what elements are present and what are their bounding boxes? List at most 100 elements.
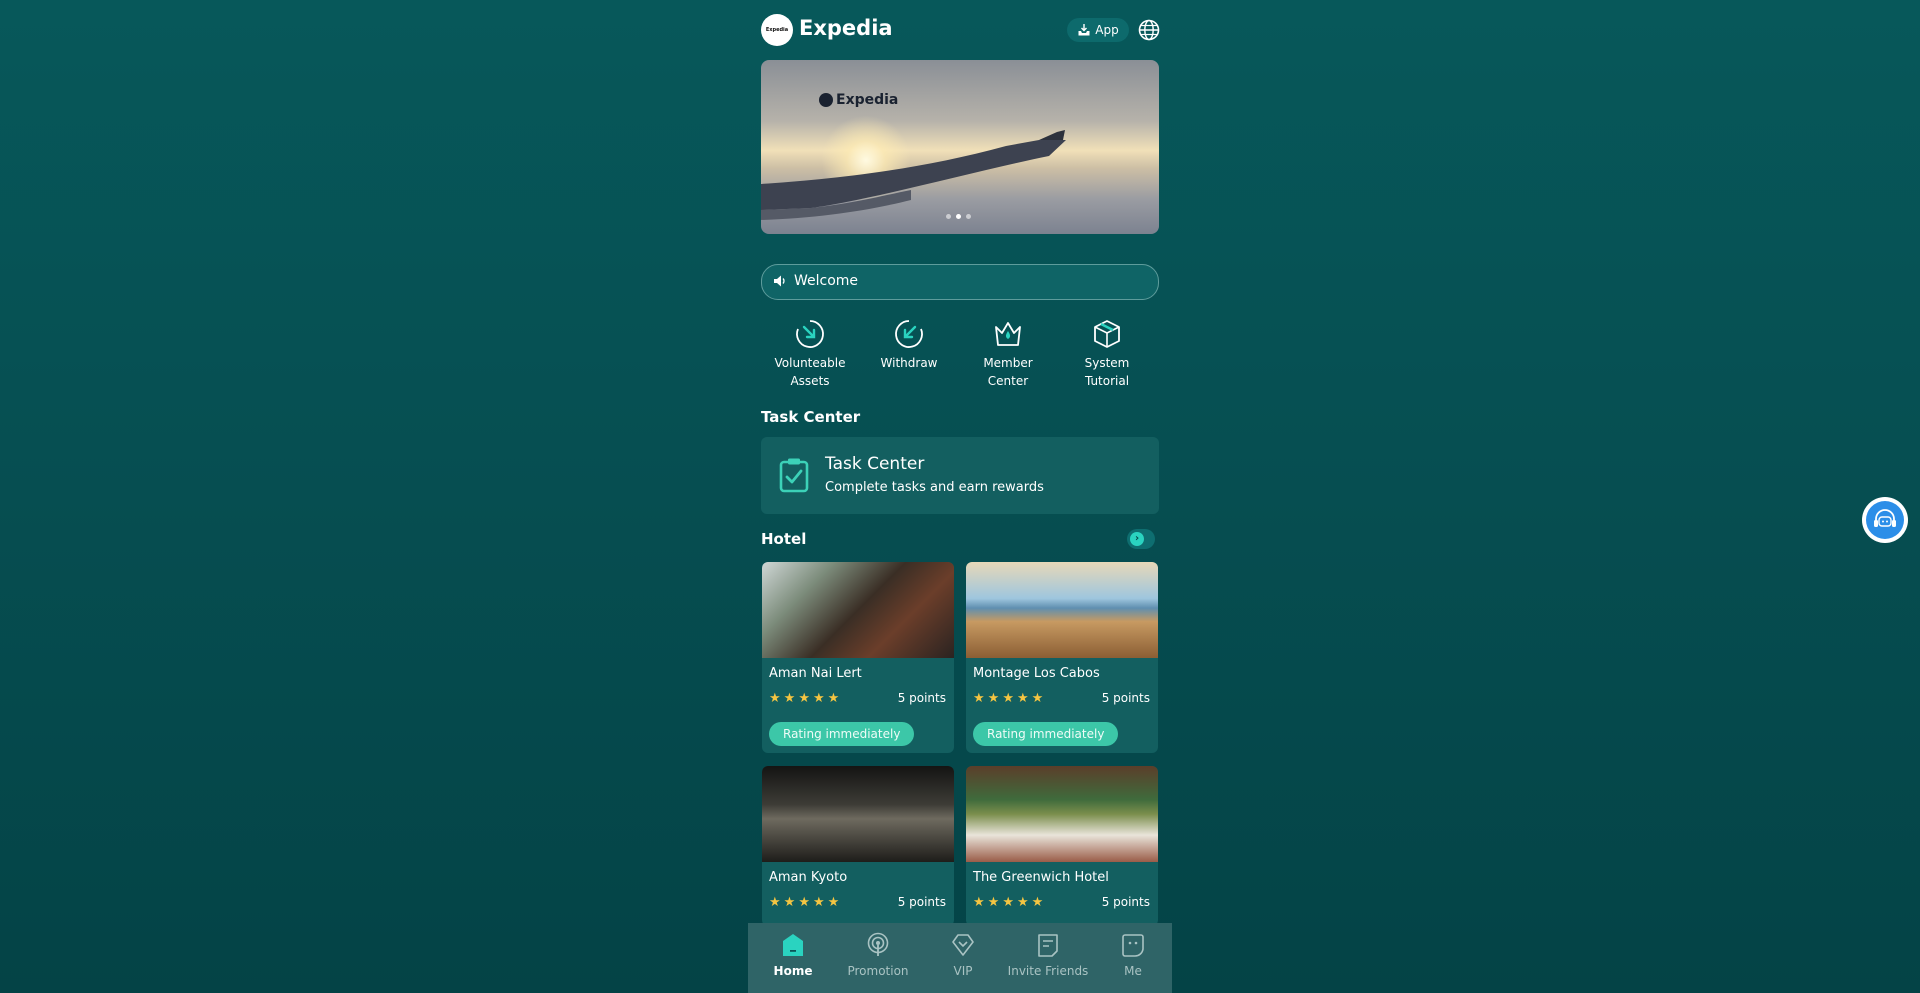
member-center-crown-icon <box>995 322 1021 346</box>
banner-expedia-logo: Expedia <box>819 92 898 108</box>
quick-label: Volunteable Assets <box>774 356 846 388</box>
download-app-button[interactable]: App <box>1067 18 1129 42</box>
star-icon: ★ <box>798 895 810 910</box>
hotel-name: Aman Nai Lert <box>769 666 862 681</box>
quick-withdraw[interactable]: Withdraw <box>863 318 955 372</box>
star-icon: ★ <box>1031 691 1044 706</box>
system-tutorial-box-icon <box>1094 320 1120 348</box>
star-icon: ★ <box>1031 895 1044 910</box>
speaker-icon <box>774 275 785 287</box>
airplane-wing-image <box>761 130 1066 220</box>
quick-label: Member Center <box>983 356 1033 388</box>
quick-system-tutorial[interactable]: System Tutorial <box>1061 318 1153 390</box>
globe-language-icon[interactable] <box>1138 19 1160 41</box>
announcement-bar[interactable]: Welcome <box>761 264 1159 300</box>
star-icon: ★ <box>973 691 985 706</box>
hotel-image <box>762 766 954 862</box>
star-icon: ★ <box>798 691 810 706</box>
star-icon: ★ <box>987 691 1000 706</box>
nav-label: Me <box>1124 964 1142 978</box>
task-clipboard-icon <box>779 458 809 493</box>
vip-diamond-icon <box>952 934 974 956</box>
download-icon <box>1078 24 1090 36</box>
nav-vip[interactable]: VIP <box>921 932 1005 978</box>
quick-menu: Volunteable Assets Withdraw Member Cente… <box>761 318 1159 390</box>
nav-invite-friends[interactable]: Invite Friends <box>1006 932 1090 978</box>
star-rating: ★ ★ ★ ★ ★ <box>973 896 1043 909</box>
hotel-heading: Hotel <box>761 530 807 548</box>
star-icon: ★ <box>1016 895 1029 910</box>
carousel-dot-active[interactable] <box>956 214 961 219</box>
announcement-text: Welcome <box>794 273 859 289</box>
me-icon <box>1122 934 1144 957</box>
volunteable-assets-icon <box>796 320 824 348</box>
rating-immediately-button[interactable]: Rating immediately <box>769 722 915 746</box>
hotel-card[interactable]: Montage Los Cabos ★ ★ ★ ★ ★ 5 points Rating … <box>966 562 1158 753</box>
hotel-name: Aman Kyoto <box>769 870 848 885</box>
promo-banner-carousel[interactable]: Expedia <box>761 60 1159 234</box>
hotel-image <box>966 562 1158 658</box>
star-rating: ★ ★ ★ ★ ★ <box>769 692 839 705</box>
star-icon: ★ <box>769 895 781 910</box>
brand-name: Expedia <box>799 16 893 40</box>
nav-label: Invite Friends <box>1007 964 1089 978</box>
hotel-name: Montage Los Cabos <box>973 666 1100 681</box>
hotel-image <box>966 766 1158 862</box>
quick-member-center[interactable]: Member Center <box>962 318 1054 390</box>
rating-immediately-button[interactable]: Rating immediately <box>973 722 1119 746</box>
star-icon: ★ <box>783 895 796 910</box>
nav-label: Promotion <box>847 964 909 978</box>
task-center-card[interactable]: Task Center Complete tasks and earn rewa… <box>761 437 1159 514</box>
withdraw-icon <box>895 320 923 348</box>
nav-label: Home <box>773 964 813 978</box>
star-icon: ★ <box>1016 691 1029 706</box>
support-headset-icon <box>1866 501 1904 539</box>
hotel-card[interactable]: The Greenwich Hotel ★ ★ ★ ★ ★ 5 points <box>966 766 1158 926</box>
hotel-points: 5 points <box>897 895 946 909</box>
expedia-logo: Expedia <box>761 14 793 46</box>
chevron-right-icon: › <box>1130 532 1144 546</box>
top-header: Expedia Expedia App <box>761 12 1160 48</box>
star-icon: ★ <box>827 691 840 706</box>
expedia-globe-icon <box>819 93 833 107</box>
hotel-image <box>762 562 954 658</box>
star-icon: ★ <box>827 895 840 910</box>
star-icon: ★ <box>812 895 825 910</box>
star-icon: ★ <box>987 895 1000 910</box>
app-container: Expedia Expedia App Expedia Welcome Volu… <box>748 0 1172 993</box>
carousel-dot[interactable] <box>966 214 971 219</box>
hotel-points: 5 points <box>1101 691 1150 705</box>
hotel-card[interactable]: Aman Nai Lert ★ ★ ★ ★ ★ 5 points Rating imme… <box>762 562 954 753</box>
star-icon: ★ <box>769 691 781 706</box>
nav-promotion[interactable]: Promotion <box>836 932 920 978</box>
task-center-heading: Task Center <box>761 408 861 426</box>
nav-me[interactable]: Me <box>1091 932 1175 978</box>
hotel-points: 5 points <box>1101 895 1150 909</box>
nav-home[interactable]: Home <box>751 932 835 978</box>
quick-label: Withdraw <box>880 356 938 370</box>
quick-volunteable-assets[interactable]: Volunteable Assets <box>764 318 856 390</box>
customer-support-button[interactable] <box>1862 497 1908 543</box>
hotel-card[interactable]: Aman Kyoto ★ ★ ★ ★ ★ 5 points <box>762 766 954 926</box>
star-rating: ★ ★ ★ ★ ★ <box>973 692 1043 705</box>
app-label: App <box>1095 23 1119 37</box>
star-icon: ★ <box>973 895 985 910</box>
carousel-dot[interactable] <box>946 214 951 219</box>
nav-label: VIP <box>953 964 973 978</box>
invite-friends-icon <box>1038 934 1058 957</box>
star-icon: ★ <box>1002 691 1014 706</box>
bottom-navigation: Home Promotion VIP Invite Friends Me <box>748 923 1172 993</box>
star-icon: ★ <box>783 691 796 706</box>
star-rating: ★ ★ ★ ★ ★ <box>769 896 839 909</box>
hotel-name: The Greenwich Hotel <box>973 870 1109 885</box>
hotel-more-button[interactable]: › <box>1127 529 1155 549</box>
promotion-icon <box>867 932 889 956</box>
hotel-points: 5 points <box>897 691 946 705</box>
quick-label: System Tutorial <box>1084 356 1130 388</box>
star-icon: ★ <box>812 691 825 706</box>
star-icon: ★ <box>1002 895 1014 910</box>
task-card-title: Task Center <box>825 454 925 474</box>
carousel-dots <box>946 214 971 219</box>
home-icon <box>783 934 803 956</box>
task-card-subtitle: Complete tasks and earn rewards <box>825 480 1044 495</box>
